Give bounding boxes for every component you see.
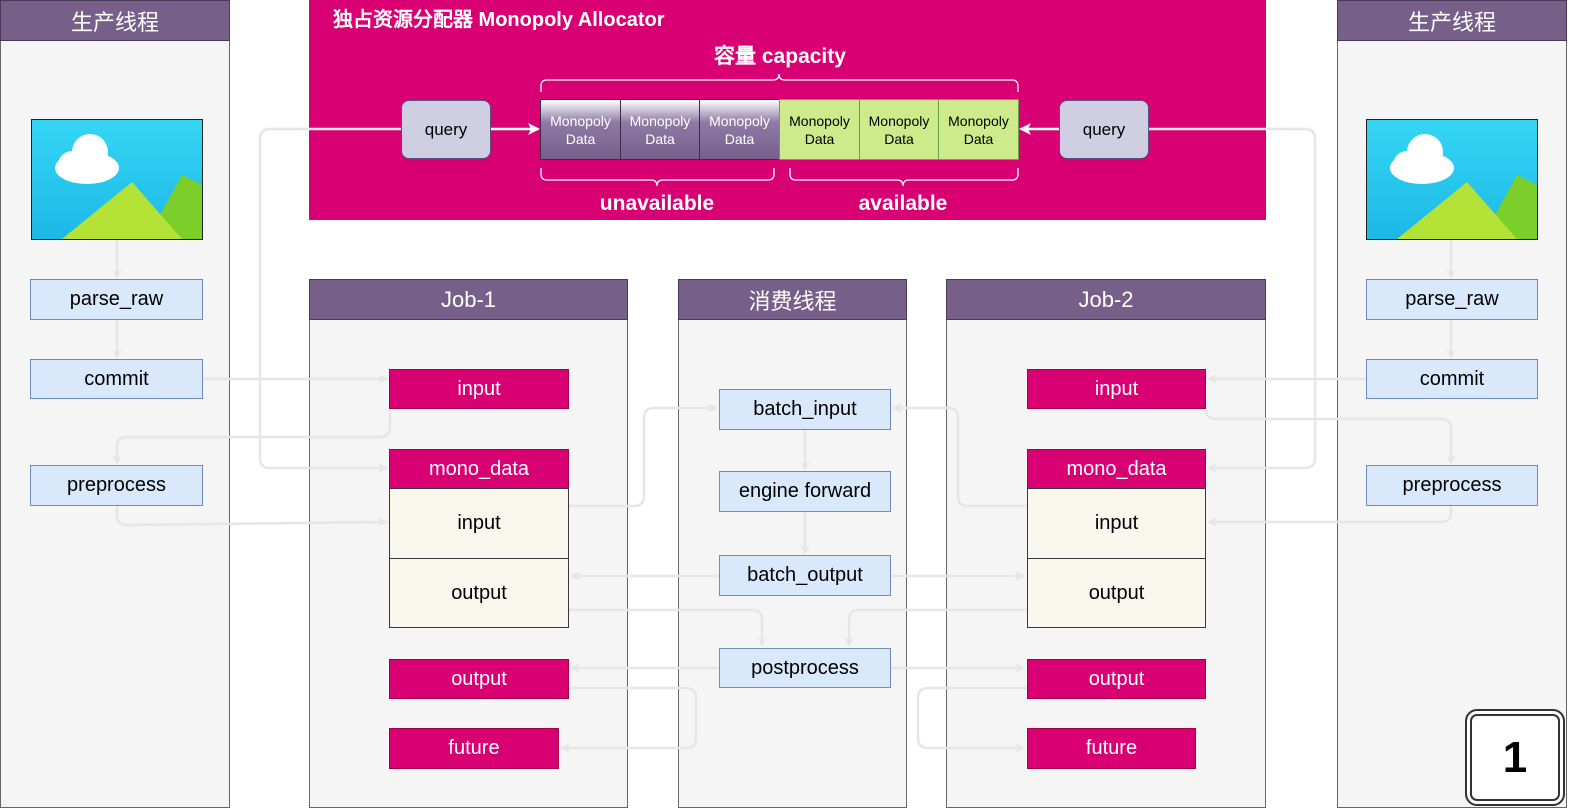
cell-line2: Data <box>645 130 675 147</box>
monopoly-data-cell: Monopoly Data <box>859 99 939 160</box>
batch-output-node: batch_output <box>719 555 891 596</box>
job1-mono-output-cell: output <box>389 558 569 628</box>
job2-output-node: output <box>1027 659 1206 699</box>
job2-input-node: input <box>1027 369 1206 409</box>
monopoly-data-cell: Monopoly Data <box>540 99 621 160</box>
cell-line1: Monopoly <box>868 112 930 129</box>
parse-raw-left-node: parse_raw <box>30 279 203 320</box>
job1-output-node: output <box>389 659 569 699</box>
job2-future-node: future <box>1027 728 1196 769</box>
query-left-button[interactable]: query <box>401 100 491 159</box>
cell-line1: Monopoly <box>629 112 691 129</box>
job2-mono-data-header: mono_data <box>1027 449 1206 489</box>
page-number-badge: 1 <box>1465 709 1565 806</box>
job2-mono-output-cell: output <box>1027 558 1206 628</box>
cell-line2: Data <box>884 130 914 147</box>
job1-future-node: future <box>389 728 559 769</box>
engine-forward-node: engine forward <box>719 471 891 512</box>
job1-input-node: input <box>389 369 569 409</box>
parse-raw-right-node: parse_raw <box>1366 279 1538 320</box>
monopoly-data-cell: Monopoly Data <box>620 99 700 160</box>
job1-mono-input-cell: input <box>389 488 569 559</box>
cell-line2: Data <box>724 130 755 147</box>
commit-left-node: commit <box>30 359 203 399</box>
monopoly-data-cell: Monopoly Data <box>779 99 860 160</box>
commit-right-node: commit <box>1366 359 1538 399</box>
query-right-button[interactable]: query <box>1059 100 1149 159</box>
postprocess-node: postprocess <box>719 648 891 688</box>
job2-mono-input-cell: input <box>1027 488 1206 559</box>
preprocess-right-node: preprocess <box>1366 465 1538 506</box>
monopoly-data-cell: Monopoly Data <box>699 99 780 160</box>
cell-line1: Monopoly <box>709 112 770 129</box>
cell-line1: Monopoly <box>550 112 611 129</box>
cell-line1: Monopoly <box>948 112 1009 129</box>
job1-mono-data-header: mono_data <box>389 449 569 489</box>
cell-line1: Monopoly <box>789 112 850 129</box>
preprocess-left-node: preprocess <box>30 465 203 506</box>
batch-input-node: batch_input <box>719 389 891 430</box>
cell-line2: Data <box>565 130 596 147</box>
image-icon <box>31 119 203 240</box>
monopoly-data-cell: Monopoly Data <box>938 99 1019 160</box>
cell-line2: Data <box>804 130 835 147</box>
image-icon <box>1366 119 1538 240</box>
cell-line2: Data <box>963 130 994 147</box>
